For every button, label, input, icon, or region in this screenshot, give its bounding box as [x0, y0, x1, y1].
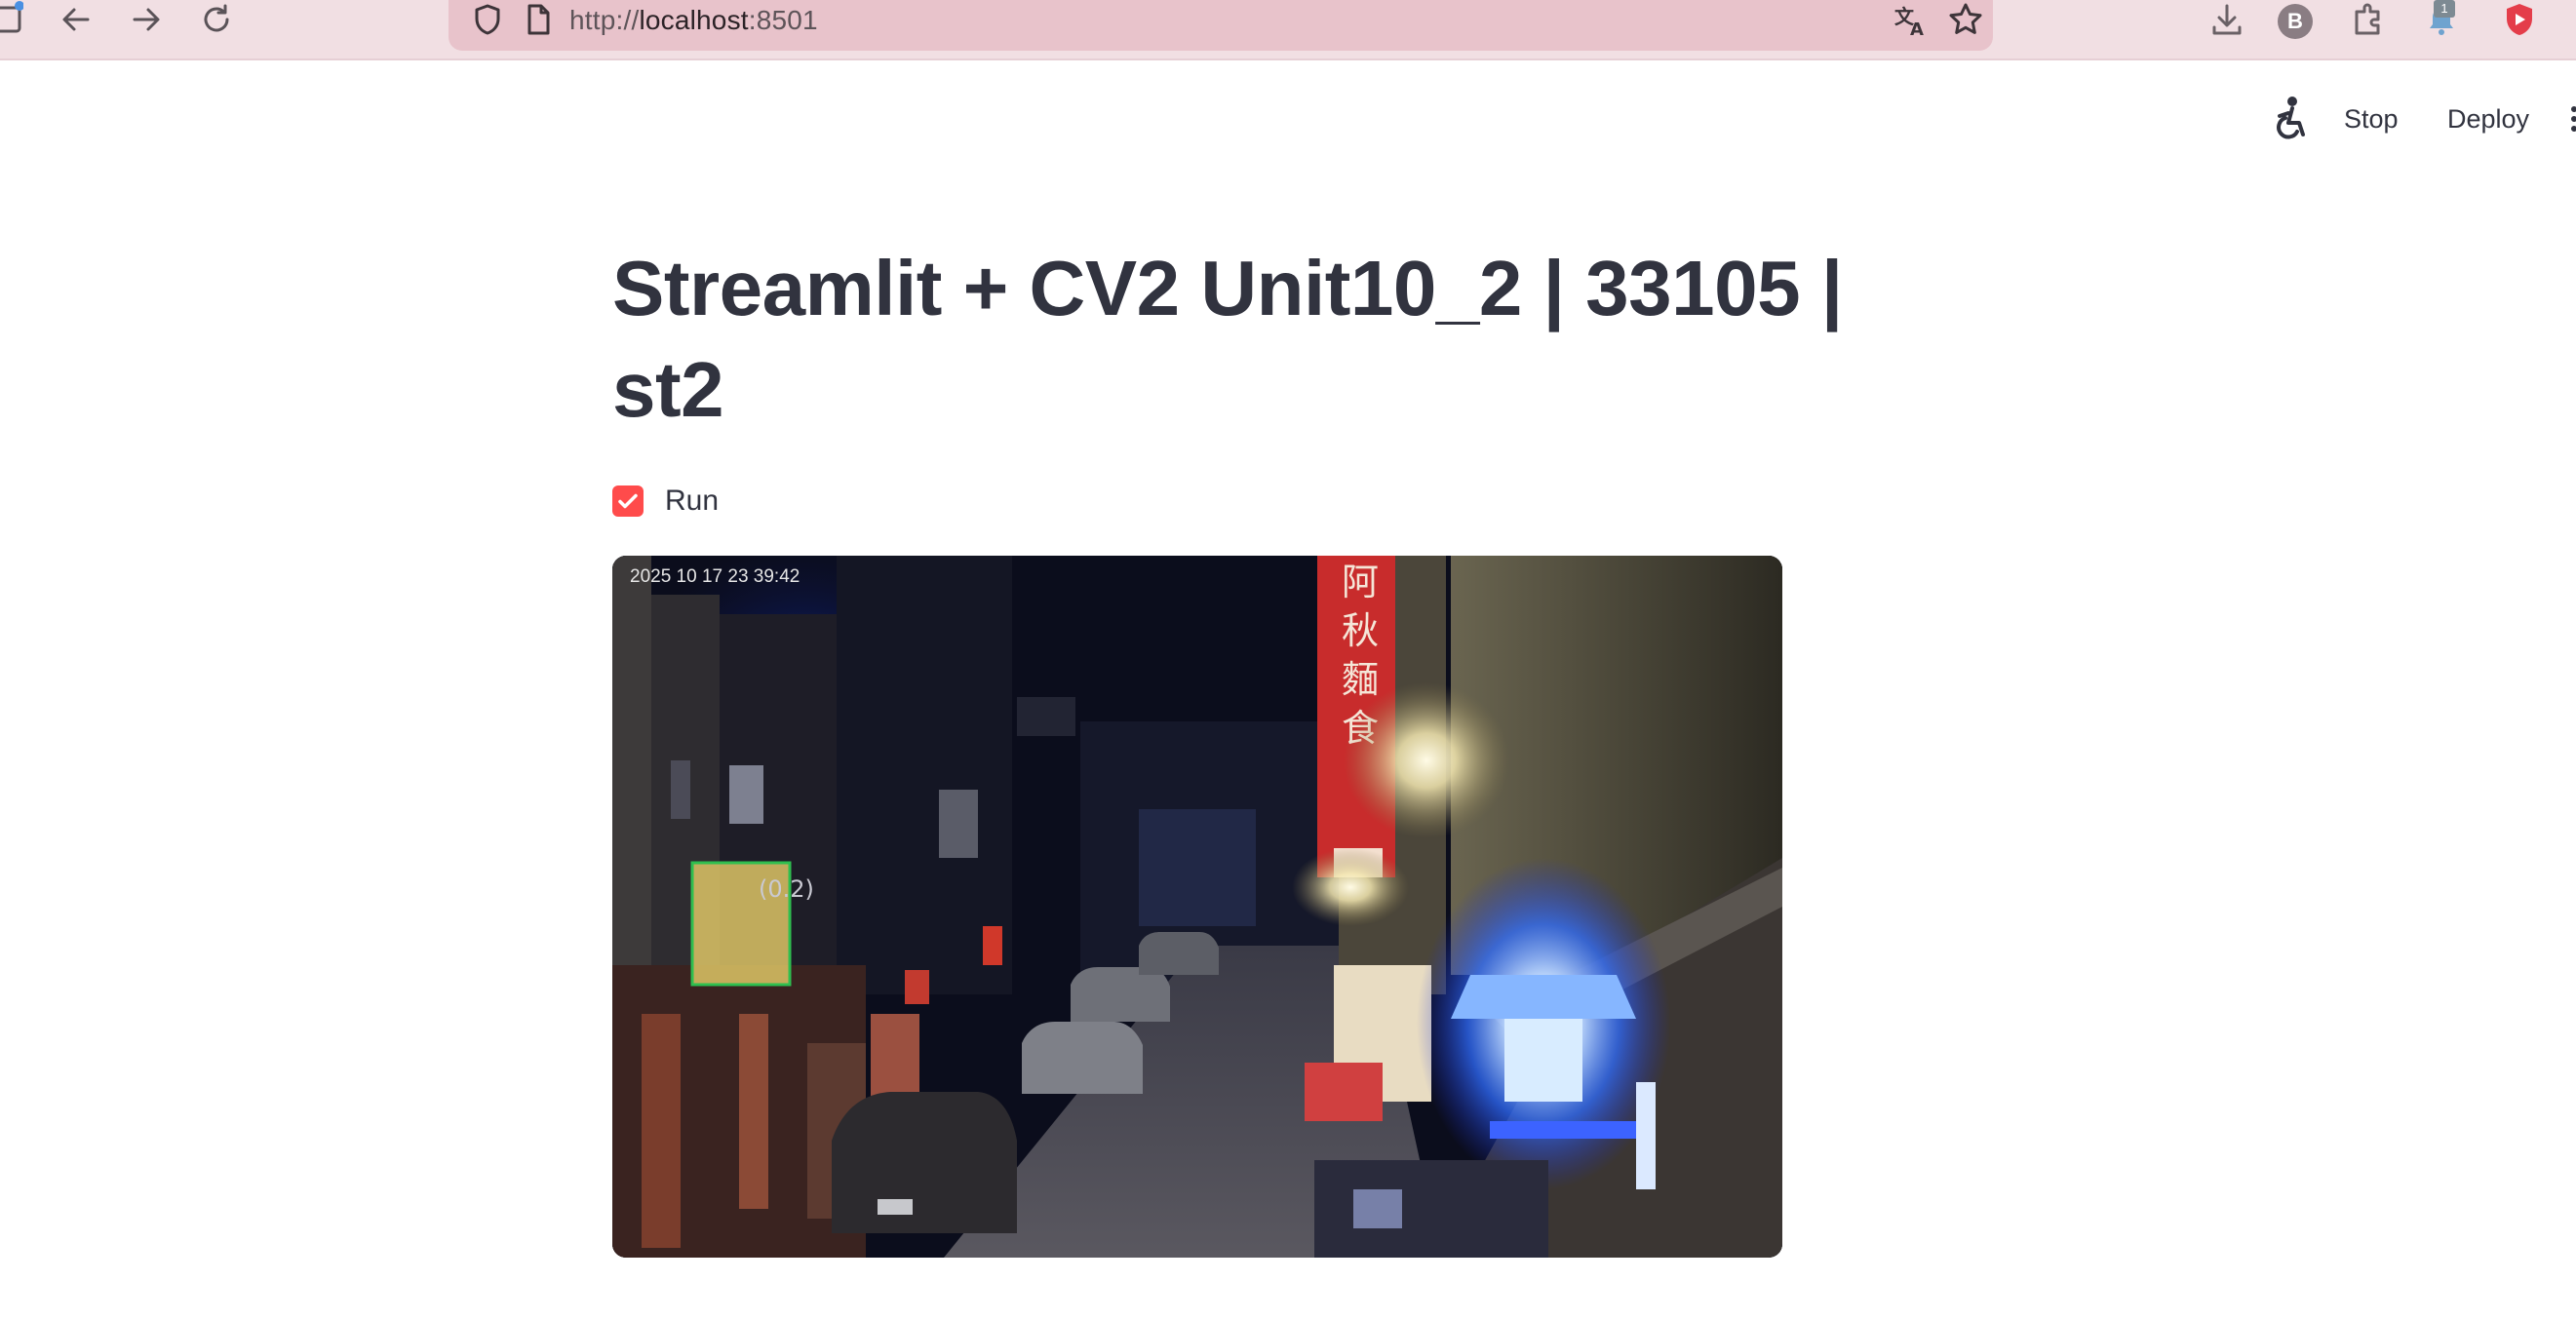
stop-button[interactable]: Stop	[2344, 97, 2399, 140]
run-checkbox[interactable]	[612, 485, 644, 517]
camera-image: 阿 秋 麵 食 (0.2) 2025 10 17 23 39:42	[612, 556, 1782, 1258]
sidebar-toggle-icon[interactable]	[0, 0, 23, 39]
detection-label: (0.2)	[759, 875, 814, 903]
url-text[interactable]: http://localhost:8501	[569, 0, 818, 41]
url-port: :8501	[748, 5, 818, 35]
svg-text:秋: 秋	[1342, 609, 1379, 652]
timestamp-overlay: 2025 10 17 23 39:42	[630, 566, 800, 587]
main-menu-icon[interactable]	[2564, 99, 2576, 138]
checkmark-icon	[618, 493, 638, 509]
running-man-icon	[2264, 94, 2311, 144]
url-scheme: http://	[569, 5, 640, 35]
video-frame: 阿 秋 麵 食 (0.2) 2025 10 17 23 39:42	[612, 556, 1782, 1258]
svg-text:麵: 麵	[1342, 658, 1379, 701]
shield-icon[interactable]	[466, 0, 509, 39]
url-host: localhost	[639, 5, 749, 35]
extensions-icon[interactable]	[2346, 0, 2389, 39]
reload-icon[interactable]	[197, 0, 236, 39]
bookmark-star-icon[interactable]	[1944, 0, 1987, 39]
profile-avatar[interactable]: B	[2278, 4, 2313, 39]
run-checkbox-row[interactable]: Run	[612, 484, 719, 519]
page-title: Streamlit + CV2 Unit10_2 | 33105 | st2	[612, 245, 1843, 433]
back-arrow-icon[interactable]	[57, 0, 96, 39]
svg-text:阿: 阿	[1342, 561, 1379, 603]
forward-arrow-icon[interactable]	[127, 0, 166, 39]
translate-icon[interactable]: 文A	[1890, 0, 1932, 39]
shield-extension-icon[interactable]	[2498, 0, 2541, 39]
downloads-icon[interactable]	[2205, 0, 2248, 39]
deploy-button[interactable]: Deploy	[2447, 97, 2529, 140]
page-info-icon[interactable]	[519, 0, 558, 39]
address-bar[interactable]: http://localhost:8501 文A	[449, 0, 1993, 51]
svg-text:A: A	[1910, 19, 1924, 37]
notification-badge: 1	[2434, 0, 2455, 18]
app-header	[0, 60, 2576, 177]
browser-toolbar: http://localhost:8501 文A B 1	[0, 0, 2576, 60]
run-checkbox-label: Run	[665, 485, 720, 517]
